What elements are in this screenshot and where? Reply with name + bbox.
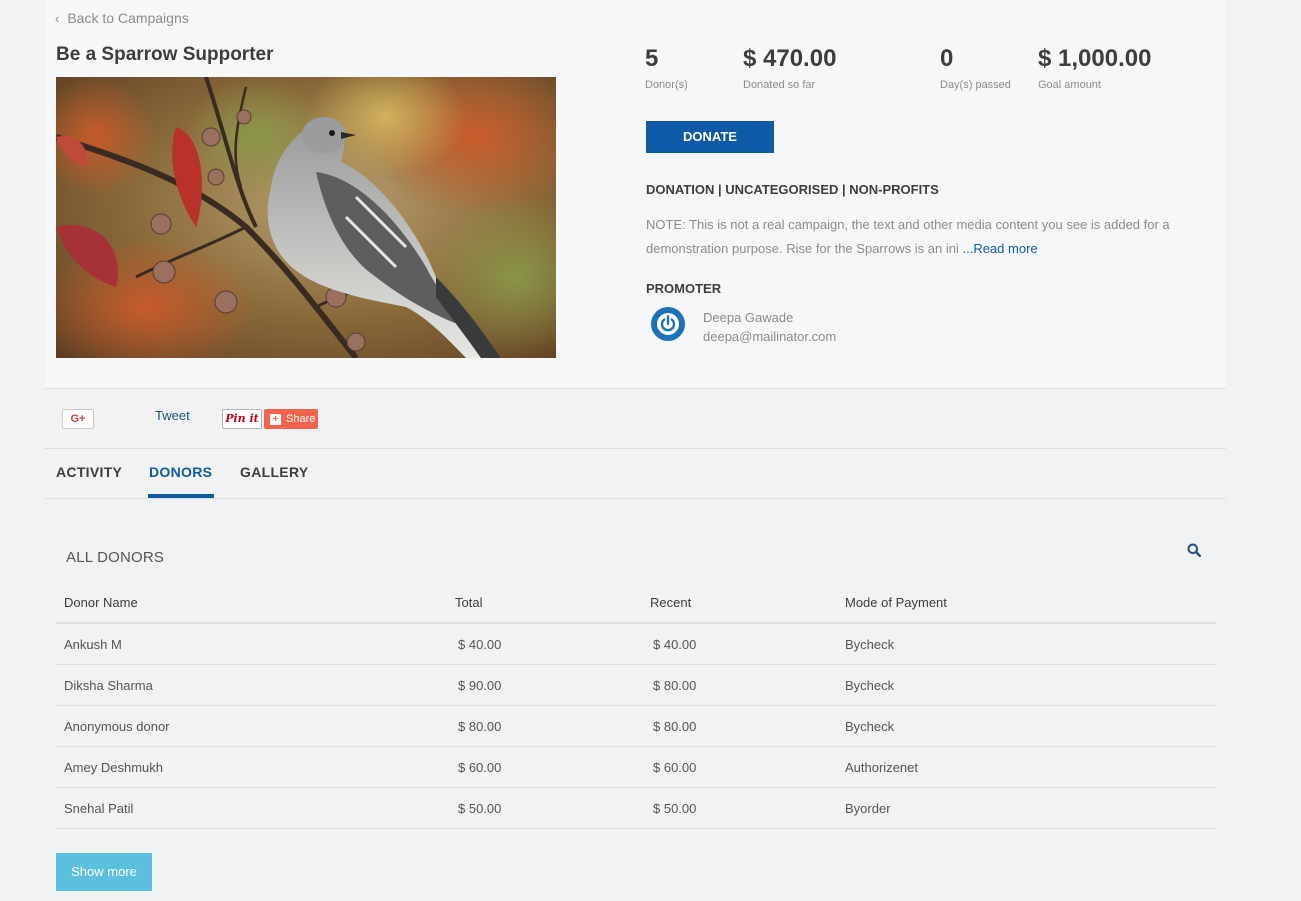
stat-donors: 5 Donor(s): [645, 45, 688, 91]
cell-donor-name: Ankush M: [64, 637, 122, 652]
stat-goal-value: $ 1,000.00: [1038, 45, 1152, 72]
cell-mode-of-payment: Bycheck: [845, 637, 895, 652]
back-link-label: Back to Campaigns: [67, 10, 189, 26]
table-header: Donor Name Total Recent Mode of Payment: [56, 581, 1216, 624]
promoter-heading: PROMOTER: [646, 281, 722, 296]
stat-donors-label: Donor(s): [645, 79, 688, 91]
campaign-panel: ‹ Back to Campaigns Be a Sparrow Support…: [45, 0, 1226, 389]
campaign-note-text: NOTE: This is not a real campaign, the t…: [646, 217, 1170, 256]
cell-mode-of-payment: Bycheck: [845, 678, 895, 693]
cell-recent: $ 60.00: [653, 760, 697, 775]
cell-mode-of-payment: Authorizenet: [845, 760, 918, 775]
cell-donor-name: Anonymous donor: [64, 719, 170, 734]
table-row: Diksha Sharma $ 90.00 $ 80.00 Bycheck: [56, 665, 1216, 706]
search-icon[interactable]: [1187, 543, 1202, 562]
table-row: Snehal Patil $ 50.00 $ 50.00 Byorder: [56, 788, 1216, 829]
read-more-link[interactable]: ...Read more: [959, 241, 1038, 256]
pinterest-button[interactable]: Pin it: [222, 409, 262, 429]
campaign-stats: 5 Donor(s) $ 470.00 Donated so far 0 Day…: [645, 45, 1226, 105]
cell-total: $ 90.00: [458, 678, 502, 693]
cell-mode-of-payment: Bycheck: [845, 719, 895, 734]
table-row: Ankush M $ 40.00 $ 40.00 Bycheck: [56, 624, 1216, 665]
back-to-campaigns-link[interactable]: ‹ Back to Campaigns: [55, 10, 189, 26]
promoter-email: deepa@mailinator.com: [703, 329, 837, 344]
cell-donor-name: Diksha Sharma: [64, 678, 153, 693]
table-row: Amey Deshmukh $ 60.00 $ 60.00 Authorizen…: [56, 747, 1216, 788]
stat-donated: $ 470.00 Donated so far: [743, 45, 836, 91]
tab-donors[interactable]: DONORS: [149, 464, 212, 480]
tweet-button[interactable]: Tweet: [155, 408, 190, 423]
active-tab-indicator: [148, 494, 214, 498]
cell-donor-name: Amey Deshmukh: [64, 760, 163, 775]
stat-days-label: Day(s) passed: [940, 79, 1011, 91]
stat-donated-value: $ 470.00: [743, 45, 837, 72]
cell-donor-name: Snehal Patil: [64, 801, 134, 816]
cell-total: $ 60.00: [458, 760, 502, 775]
cell-recent: $ 50.00: [653, 801, 697, 816]
column-header-total: Total: [455, 595, 483, 610]
google-plus-button[interactable]: G+: [62, 409, 94, 429]
column-header-recent: Recent: [650, 595, 692, 610]
cell-recent: $ 80.00: [653, 719, 697, 734]
stat-goal-label: Goal amount: [1038, 79, 1101, 91]
campaign-image: [56, 77, 556, 358]
table-row: Anonymous donor $ 80.00 $ 80.00 Bycheck: [56, 706, 1216, 747]
chevron-left-icon: ‹: [55, 10, 60, 26]
donors-table: Donor Name Total Recent Mode of Payment …: [56, 581, 1216, 829]
show-more-button[interactable]: Show more: [56, 853, 152, 891]
stat-donated-label: Donated so far: [743, 79, 816, 91]
campaign-tabs: ACTIVITY DONORS GALLERY: [45, 450, 1226, 499]
plus-icon: +: [270, 413, 281, 425]
campaign-categories[interactable]: DONATION | UNCATEGORISED | NON-PROFITS: [646, 182, 939, 197]
donate-button[interactable]: DONATE: [646, 121, 774, 153]
stat-goal: $ 1,000.00 Goal amount: [1038, 45, 1151, 91]
promoter-avatar: [651, 307, 685, 341]
cell-total: $ 80.00: [458, 719, 502, 734]
power-icon: [657, 313, 679, 335]
stat-days: 0 Day(s) passed: [940, 45, 1011, 91]
cell-recent: $ 80.00: [653, 678, 697, 693]
cell-mode-of-payment: Byorder: [845, 801, 891, 816]
tab-gallery[interactable]: GALLERY: [240, 464, 308, 480]
cell-total: $ 40.00: [458, 637, 502, 652]
column-header-mode-of-payment: Mode of Payment: [845, 595, 947, 610]
promoter-name: Deepa Gawade: [703, 310, 794, 325]
stat-donors-value: 5: [645, 45, 659, 72]
cell-recent: $ 40.00: [653, 637, 697, 652]
all-donors-heading: ALL DONORS: [66, 549, 165, 566]
campaign-title: Be a Sparrow Supporter: [56, 44, 274, 65]
column-header-donor-name: Donor Name: [64, 595, 138, 610]
share-bar: G+ Tweet Pin it + Share: [45, 389, 1226, 449]
stat-days-value: 0: [940, 45, 954, 72]
cell-total: $ 50.00: [458, 801, 502, 816]
tab-activity[interactable]: ACTIVITY: [56, 464, 122, 480]
campaign-note: NOTE: This is not a real campaign, the t…: [646, 213, 1221, 261]
share-button[interactable]: + Share: [264, 409, 318, 429]
share-button-label: Share: [286, 413, 316, 425]
